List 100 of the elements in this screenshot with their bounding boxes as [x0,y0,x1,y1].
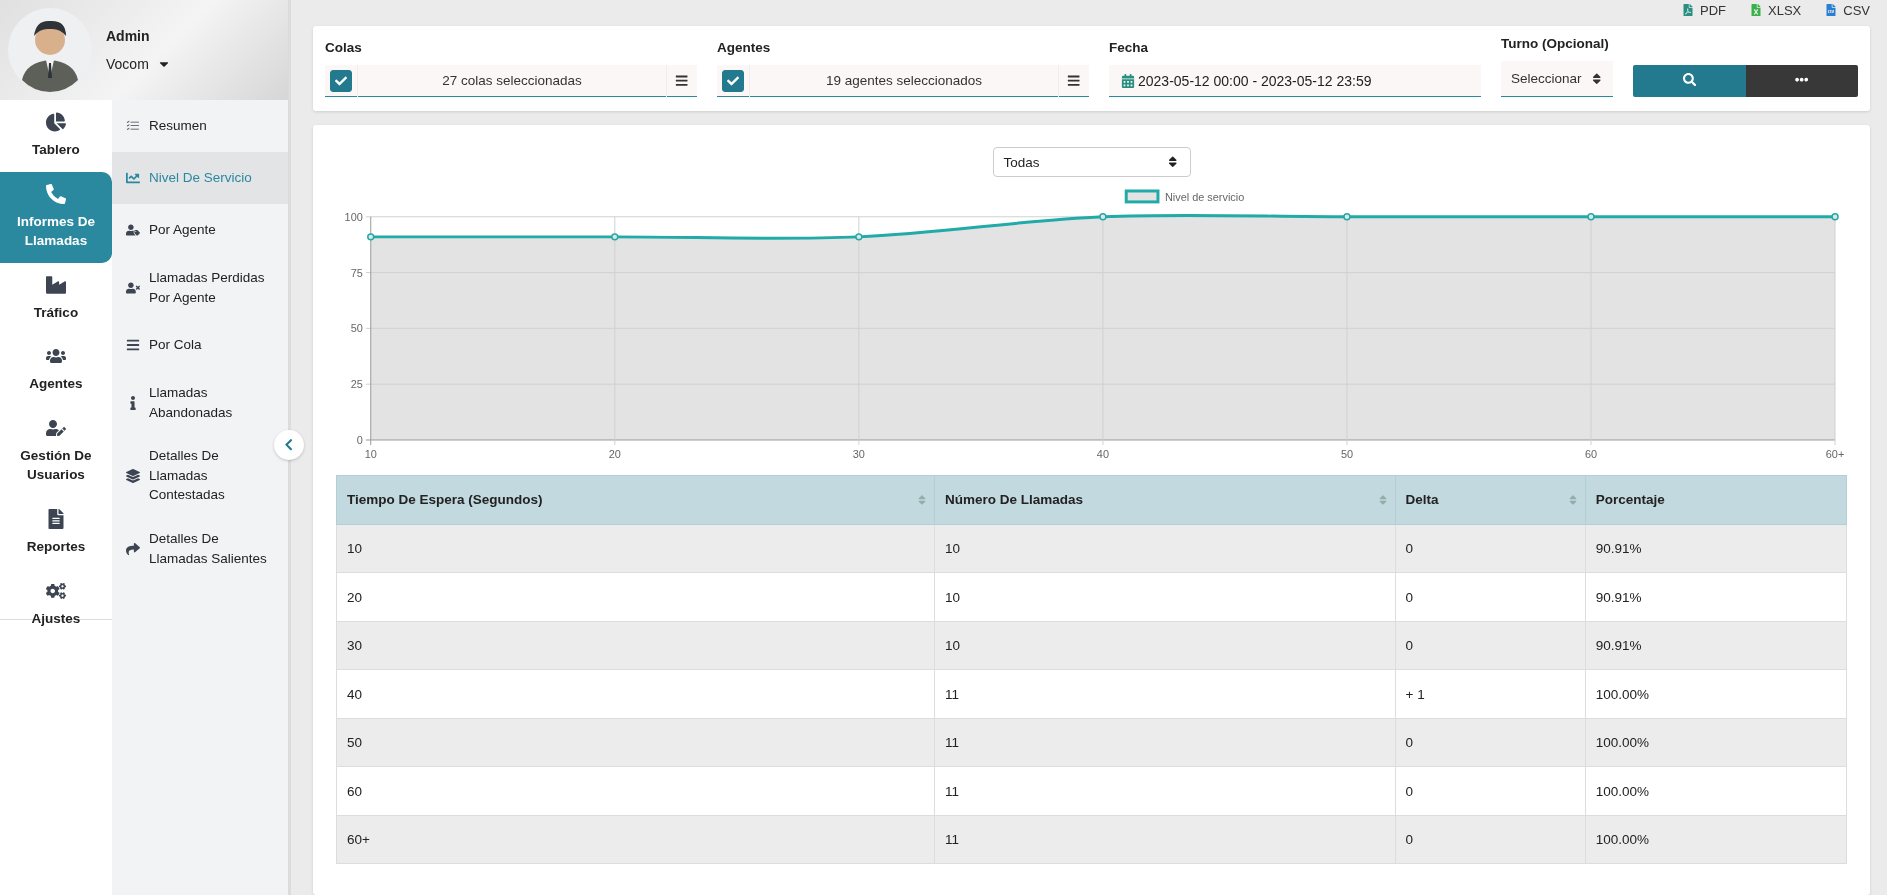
table-cell: 60+ [336,815,935,864]
collapse-button[interactable] [274,430,304,460]
filter-label: Fecha [1109,40,1150,55]
axis-label: 10 [364,447,377,460]
axis-label: 30 [852,447,865,460]
nav-item[interactable]: Tráfico [0,262,112,335]
filter-label: Colas [325,40,363,55]
table-cell: 0 [1395,815,1586,864]
data-point [1343,213,1351,221]
data-point [1099,213,1107,221]
column-header: Porcentaje [1585,475,1847,525]
data-point [611,233,619,241]
table-cell: 30 [336,621,935,670]
table-cell: 100.00% [1585,766,1847,816]
queues-select[interactable]: 27 colas seleccionadas [325,65,697,97]
table-cell: 0 [1395,621,1586,670]
nav-icon [46,417,66,438]
submenu-icon [126,338,140,353]
submenu-item[interactable]: Resumen [112,100,288,152]
company-dropdown[interactable]: Vocom [106,56,171,72]
submenu-icon [126,171,140,185]
nav-icon [46,112,66,132]
submenu-item[interactable]: Detalles De Llamadas Salientes [112,516,288,581]
table-cell: 10 [336,524,935,573]
data-point [367,233,375,241]
axis-label: 60+ [1825,447,1845,460]
axis-label: 100 [344,210,363,223]
nav-item[interactable]: Agentes [0,334,112,406]
submenu-icon [126,280,140,295]
selection-summary: 19 agentes seleccionados [749,64,1059,97]
agents-select[interactable]: 19 agentes seleccionados [717,65,1089,97]
table-cell: 50 [336,718,935,767]
table-cell: 90.91% [1585,572,1847,622]
submenu-icon [126,119,140,133]
shift-select[interactable]: Seleccionar [1501,61,1613,97]
table-cell: 0 [1395,766,1586,816]
nav-icon [46,183,66,204]
table-cell: + 1 [1395,669,1586,719]
nav-icon [46,274,66,295]
selection-summary: 27 colas seleccionadas [357,64,667,97]
filter-label: Turno (Opcional) [1501,36,1610,51]
check-icon [335,74,347,87]
filter-label: Agentes [717,40,772,55]
table-cell: 10 [934,621,1395,670]
file-icon [1825,4,1838,16]
axis-label: 40 [1096,447,1109,460]
export-link[interactable]: XLSX [1750,2,1802,18]
user-name: Admin [106,28,151,44]
table-cell: 0 [1395,524,1586,573]
select-all-checkbox[interactable] [330,69,352,92]
data-point [855,233,863,241]
nav-item[interactable]: Informes De Llamadas [0,171,112,263]
chart-legend: Nivel de servicio [1124,189,1245,204]
table-cell: 11 [934,669,1395,719]
table-cell: 10 [934,572,1395,622]
more-button[interactable] [1745,65,1858,97]
nav-icon [46,508,66,529]
submenu-icon [126,223,140,237]
submenu-item[interactable]: Llamadas Perdidas Por Agente [112,256,288,320]
export-link[interactable]: CSV [1825,2,1870,18]
table-cell: 0 [1395,718,1586,767]
column-header[interactable]: Número De Llamadas [934,475,1395,525]
nav-item[interactable]: Ajustes [0,568,112,641]
select-all-checkbox[interactable] [722,69,744,92]
table-cell: 40 [336,669,935,719]
submenu-item[interactable]: Por Cola [112,319,288,372]
check-icon [727,74,739,87]
queue-select[interactable]: Todas [992,147,1191,177]
nav-icon [46,580,66,601]
submenu-icon [126,541,140,556]
legend-label: Nivel de servicio [1164,190,1245,203]
column-header[interactable]: Delta [1395,475,1586,525]
nav-item[interactable]: Tablero [0,100,112,172]
calendar-icon [1121,73,1135,88]
table-cell: 10 [934,524,1395,573]
table-cell: 90.91% [1585,524,1847,573]
submenu-icon [126,468,140,483]
nav-item[interactable]: Reportes [0,496,112,569]
submenu-item[interactable]: Llamadas Abandonadas [112,371,288,435]
search-icon [1682,72,1696,87]
axis-label: 25 [350,378,363,391]
file-icon [1682,4,1694,16]
data-point [1587,213,1595,221]
table-cell: 60 [336,766,935,816]
axis-label: 60 [1584,447,1598,460]
table-cell: 0 [1395,572,1586,622]
table-cell: 11 [934,718,1395,767]
date-range-field[interactable]: 2023-05-12 00:00 - 2023-05-12 23:59 [1109,65,1481,97]
table-cell: 90.91% [1585,621,1847,670]
export-link[interactable]: PDF [1682,2,1726,18]
axis-label: 75 [350,266,363,279]
table-cell: 100.00% [1585,815,1847,864]
nav-item[interactable]: Gestión De Usuarios [0,405,112,497]
axis-label: 50 [1340,447,1354,460]
table-cell: 11 [934,815,1395,864]
axis-label: 0 [356,433,363,446]
table-cell: 100.00% [1585,669,1847,719]
submenu-item[interactable]: Por Agente [112,204,288,256]
submenu-item[interactable]: Detalles De Llamadas Contestadas [112,434,288,517]
column-header[interactable]: Tiempo De Espera (Segundos) [336,475,935,525]
